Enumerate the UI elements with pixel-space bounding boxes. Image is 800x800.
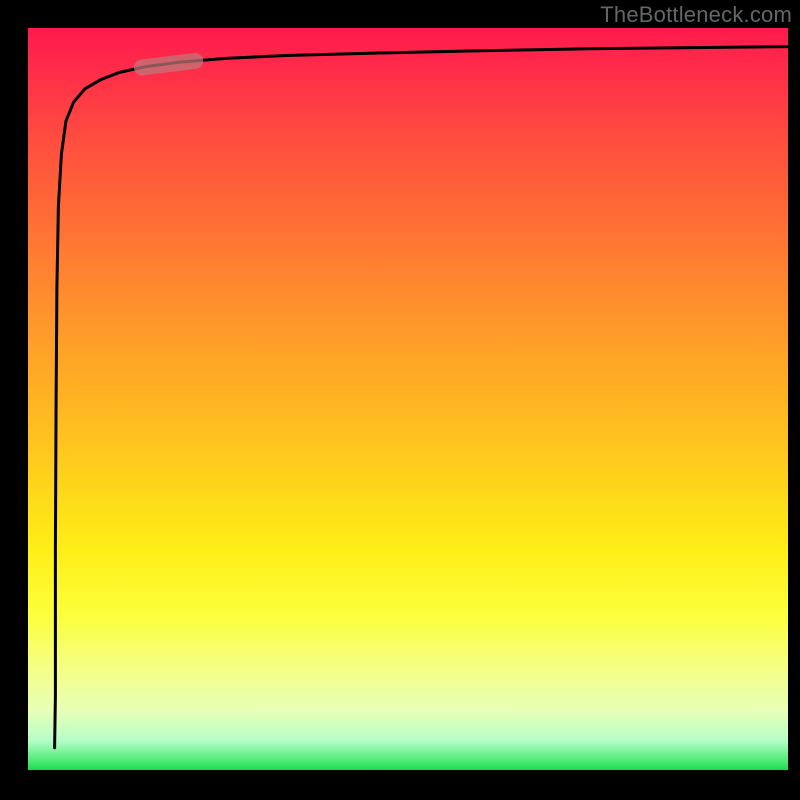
plot-area <box>28 28 788 770</box>
chart-canvas: TheBottleneck.com <box>0 0 800 800</box>
watermark-text: TheBottleneck.com <box>600 2 792 28</box>
